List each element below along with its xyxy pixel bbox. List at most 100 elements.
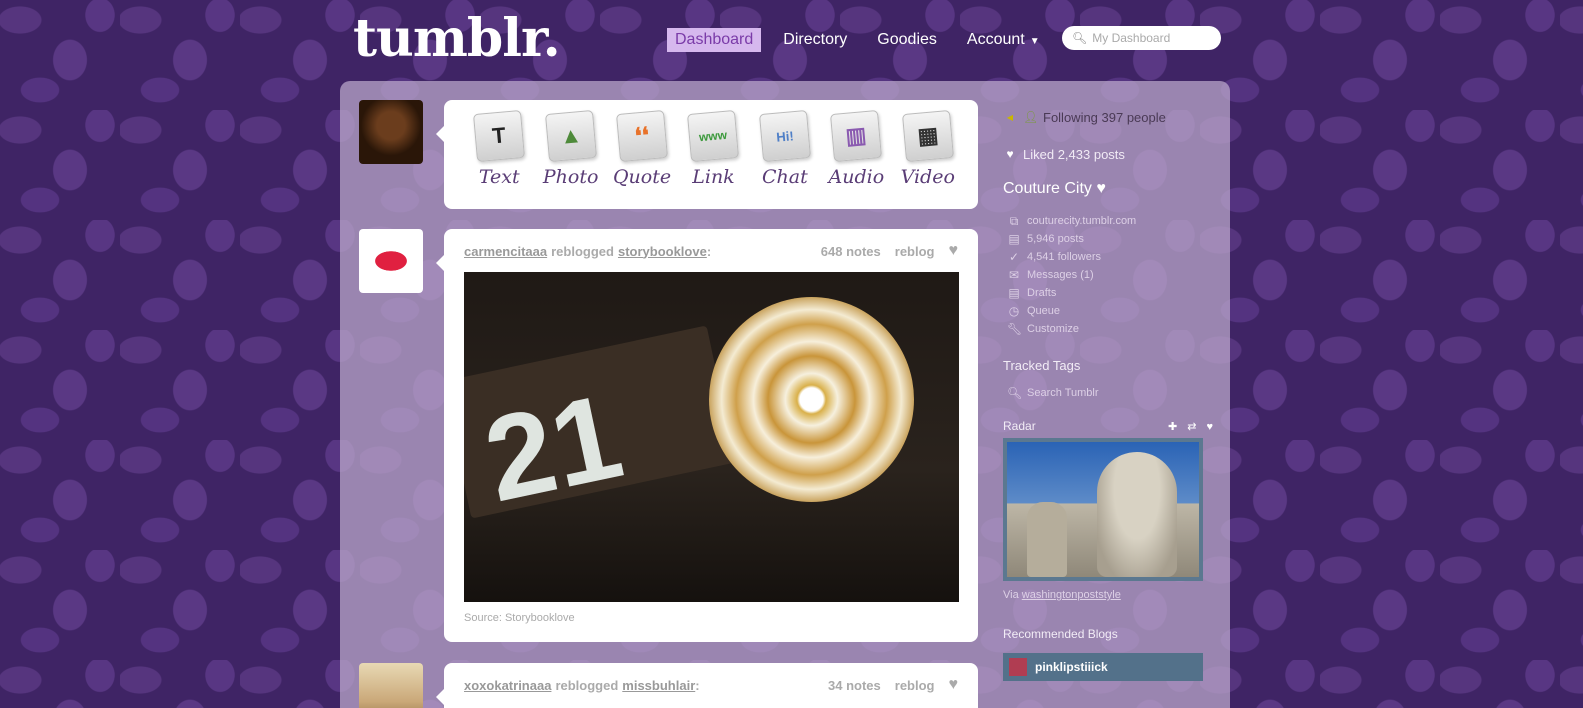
video-glyph: ▦ bbox=[916, 122, 940, 149]
blog-link-customize[interactable]: 🔧︎ Customize bbox=[1003, 320, 1213, 338]
post-action: reblogged bbox=[551, 243, 614, 259]
search-input[interactable] bbox=[1092, 31, 1208, 45]
post-type-label: Photo bbox=[542, 166, 599, 188]
radar-actions: ✚ ⇄ ♥ bbox=[1158, 417, 1213, 435]
photo-flower-ring bbox=[709, 297, 914, 502]
post-author-link[interactable]: carmencitaaa bbox=[464, 244, 547, 259]
post-type-label: Text bbox=[478, 166, 520, 188]
blog-title[interactable]: Couture City ♥ bbox=[1003, 180, 1213, 208]
post-type-label: Audio bbox=[828, 166, 885, 188]
blog-link-label: couturecity.tumblr.com bbox=[1027, 215, 1137, 227]
radar-image[interactable] bbox=[1003, 438, 1203, 581]
wrench-icon: 🔧︎ bbox=[1007, 322, 1023, 336]
sidebar: ◀ 👤︎ Following 397 people ♥ Liked 2,433 … bbox=[1003, 104, 1213, 681]
blog-link-label: Customize bbox=[1027, 323, 1079, 335]
liked-label: Liked 2,433 posts bbox=[1023, 146, 1125, 162]
post-type-label: Quote bbox=[612, 166, 672, 188]
post-notes[interactable]: 648 notes bbox=[821, 244, 881, 259]
post-type-text[interactable]: T Text bbox=[464, 109, 534, 209]
post-type-label: Video bbox=[900, 166, 955, 188]
post-source-blog-link[interactable]: missbuhlair bbox=[622, 678, 695, 693]
blog-link-url[interactable]: ⧉ couturecity.tumblr.com bbox=[1003, 212, 1213, 230]
external-link-icon: ⧉ bbox=[1009, 213, 1019, 228]
radar-title: Radar bbox=[1003, 419, 1036, 433]
like-heart-icon[interactable]: ♥ bbox=[949, 676, 959, 694]
recommended-blog-avatar bbox=[1009, 658, 1027, 676]
statue-figure-small bbox=[1027, 502, 1067, 577]
blog-link-messages[interactable]: ✉ Messages (1) bbox=[1003, 266, 1213, 284]
following-link[interactable]: ◀ 👤︎ Following 397 people bbox=[1003, 104, 1213, 130]
plus-icon[interactable]: ✚ bbox=[1168, 421, 1177, 433]
document-icon: ▤ bbox=[1008, 232, 1020, 246]
chevron-down-icon: ▼ bbox=[1029, 36, 1040, 47]
nav-account[interactable]: Account ▼ bbox=[959, 28, 1048, 52]
blog-link-drafts[interactable]: ▤ Drafts bbox=[1003, 284, 1213, 302]
avatar-carmencitaaa[interactable] bbox=[359, 229, 423, 293]
nav-directory[interactable]: Directory bbox=[775, 28, 855, 52]
nav-goodies[interactable]: Goodies bbox=[869, 28, 945, 52]
quote-glyph: ❛❛ bbox=[633, 122, 651, 149]
radar-via: Via washingtonpoststyle bbox=[1003, 589, 1213, 605]
quote-post-icon: ❛❛ bbox=[616, 109, 669, 163]
post-notes[interactable]: 34 notes bbox=[828, 678, 881, 693]
text-glyph: T bbox=[491, 122, 507, 149]
post-type-audio[interactable]: ▥ Audio bbox=[821, 109, 891, 209]
post-type-label: Link bbox=[692, 166, 735, 188]
blog-link-queue[interactable]: ◷ Queue bbox=[1003, 302, 1213, 320]
post-type-video[interactable]: ▦ Video bbox=[893, 109, 963, 209]
post-photo[interactable]: 21 bbox=[464, 272, 959, 602]
blog-link-label: Messages (1) bbox=[1027, 269, 1094, 281]
tracked-tags-title: Tracked Tags bbox=[1003, 358, 1081, 373]
nav-account-label: Account bbox=[966, 31, 1025, 48]
colon: : bbox=[706, 243, 712, 259]
dashboard-search: 🔍︎ bbox=[1062, 26, 1221, 50]
radar-via-blog-link[interactable]: washingtonpoststyle bbox=[1022, 589, 1121, 601]
blog-link-followers[interactable]: ✓ 4,541 followers bbox=[1003, 248, 1213, 266]
check-icon: ✓ bbox=[1008, 250, 1020, 264]
following-label: Following 397 people bbox=[1043, 109, 1166, 125]
post-type-photo[interactable]: ▲ Photo bbox=[535, 109, 605, 209]
radar-header: Radar ✚ ⇄ ♥ bbox=[1003, 416, 1213, 436]
blog-link-label: 4,541 followers bbox=[1027, 251, 1101, 263]
chat-glyph: Hi! bbox=[775, 127, 795, 145]
avatar-current-user[interactable] bbox=[359, 100, 423, 164]
main-nav: Dashboard Directory Goodies Account ▼ bbox=[667, 27, 1062, 53]
photo-card: 21 bbox=[464, 325, 736, 527]
search-tumblr-link[interactable]: 🔍︎ Search Tumblr bbox=[1003, 382, 1213, 404]
post-source: Source: Storybooklove bbox=[464, 612, 575, 624]
reblog-icon[interactable]: ⇄ bbox=[1187, 421, 1196, 433]
text-post-icon: T bbox=[473, 109, 526, 163]
post-type-quote[interactable]: ❛❛ Quote bbox=[607, 109, 677, 209]
avatar-xoxokatrinaaa[interactable] bbox=[359, 663, 423, 708]
post-type-selector: T Text ▲ Photo ❛❛ Quote www Link Hi! Chat ▥ Au… bbox=[436, 100, 978, 209]
audio-glyph: ▥ bbox=[844, 122, 868, 149]
tumblr-logo[interactable]: tumblr. bbox=[353, 8, 561, 69]
blog-link-label: Queue bbox=[1027, 305, 1061, 317]
reblog-button[interactable]: reblog bbox=[895, 678, 935, 693]
post-card: xoxokatrinaaa reblogged missbuhlair: 34 … bbox=[436, 663, 978, 708]
post-action: reblogged bbox=[555, 677, 619, 693]
user-icon: 👤︎ bbox=[1023, 110, 1039, 124]
recommended-blog-name: pinklipstiiick bbox=[1035, 660, 1108, 674]
post-card: carmencitaaa reblogged storybooklove: 64… bbox=[436, 229, 978, 642]
post-type-link[interactable]: www Link bbox=[678, 109, 748, 209]
video-post-icon: ▦ bbox=[901, 109, 954, 163]
heart-icon[interactable]: ♥ bbox=[1206, 421, 1213, 433]
audio-post-icon: ▥ bbox=[830, 109, 883, 163]
photo-glyph: ▲ bbox=[558, 122, 583, 149]
blog-link-posts[interactable]: ▤ 5,946 posts bbox=[1003, 230, 1213, 248]
nav-dashboard[interactable]: Dashboard bbox=[667, 28, 762, 52]
post-author-link[interactable]: xoxokatrinaaa bbox=[464, 678, 551, 693]
heart-icon: ♥ bbox=[1006, 147, 1014, 161]
recommended-blog-item[interactable]: pinklipstiiick bbox=[1003, 653, 1203, 681]
arrow-left-icon: ◀ bbox=[1006, 112, 1014, 122]
post-type-chat[interactable]: Hi! Chat bbox=[750, 109, 820, 209]
reblog-button[interactable]: reblog bbox=[895, 244, 935, 259]
search-icon: 🔍︎ bbox=[1007, 386, 1023, 400]
radar-via-prefix: Via bbox=[1003, 589, 1019, 601]
like-heart-icon[interactable]: ♥ bbox=[949, 242, 959, 260]
liked-link[interactable]: ♥ Liked 2,433 posts bbox=[1003, 136, 1213, 172]
search-tumblr-label: Search Tumblr bbox=[1027, 387, 1099, 399]
link-post-icon: www bbox=[687, 109, 740, 163]
post-source-blog-link[interactable]: storybooklove bbox=[618, 244, 707, 259]
